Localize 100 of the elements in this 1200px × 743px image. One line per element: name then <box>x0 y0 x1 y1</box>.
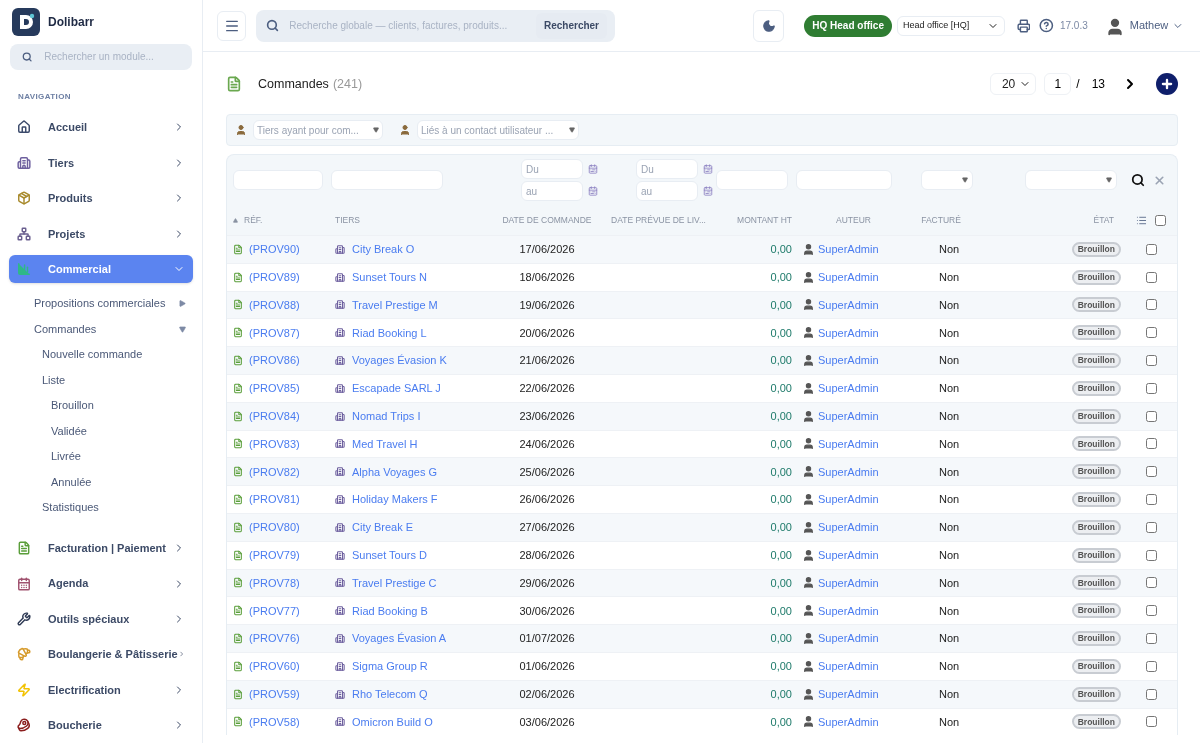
author-link[interactable]: SuperAdmin <box>818 268 879 286</box>
submenu-item[interactable]: Commandes <box>0 316 202 342</box>
author-link[interactable]: SuperAdmin <box>818 519 879 536</box>
order-ref-link[interactable]: (PROV82) <box>249 463 300 480</box>
row-checkbox[interactable] <box>1146 633 1157 645</box>
row-checkbox[interactable] <box>1146 410 1157 422</box>
row-checkbox[interactable] <box>1146 466 1157 478</box>
order-ref-link[interactable]: (PROV89) <box>249 268 300 286</box>
row-checkbox[interactable] <box>1146 549 1157 561</box>
nav-item[interactable]: Facturation | Paiement <box>9 533 193 563</box>
calendar-icon[interactable] <box>703 186 713 196</box>
thirdparty-link[interactable]: Alpha Voyages G <box>352 463 437 480</box>
order-ref-link[interactable]: (PROV83) <box>249 435 300 453</box>
module-search-input[interactable]: Rechercher un module... <box>44 49 180 65</box>
thirdparty-link[interactable]: Sunset Tours D <box>352 546 427 564</box>
submenu-item[interactable]: Statistiques <box>0 494 202 521</box>
print-icon[interactable] <box>1016 18 1031 33</box>
order-ref-link[interactable]: (PROV87) <box>249 324 300 342</box>
row-checkbox[interactable] <box>1146 382 1157 394</box>
thirdparty-link[interactable]: Rho Telecom Q <box>352 685 428 703</box>
order-ref-link[interactable]: (PROV58) <box>249 713 300 731</box>
column-header[interactable]: AUTEUR <box>836 214 871 225</box>
order-ref-link[interactable]: (PROV81) <box>249 491 300 508</box>
thirdparty-link[interactable]: Holiday Makers F <box>352 491 438 508</box>
page-input[interactable]: 1 <box>1044 73 1072 95</box>
order-ref-link[interactable]: (PROV77) <box>249 602 300 619</box>
calendar-icon[interactable] <box>588 186 598 196</box>
author-link[interactable]: SuperAdmin <box>818 658 879 675</box>
author-link[interactable]: SuperAdmin <box>818 407 879 425</box>
author-link[interactable]: SuperAdmin <box>818 296 879 314</box>
row-checkbox[interactable] <box>1146 660 1157 672</box>
column-header[interactable]: MONTANT HT <box>737 214 792 225</box>
date-field[interactable]: Du <box>521 159 583 179</box>
nav-item[interactable]: Boulangerie & Pâtisserie <box>9 640 193 669</box>
row-checkbox[interactable] <box>1146 494 1157 506</box>
author-link[interactable]: SuperAdmin <box>818 435 879 453</box>
thirdparty-link[interactable]: Sunset Tours N <box>352 268 427 286</box>
column-header[interactable]: TIERS <box>335 214 361 225</box>
column-header[interactable]: FACTURÉ <box>921 214 961 225</box>
select-all-checkbox[interactable] <box>1155 214 1166 226</box>
author-link[interactable]: SuperAdmin <box>818 491 879 508</box>
column-header[interactable]: DATE PRÉVUE DE LIV... <box>611 214 706 225</box>
nav-item[interactable]: Agenda <box>9 569 193 598</box>
nav-item[interactable]: Projets <box>9 219 193 248</box>
thirdparty-link[interactable]: Travel Prestige C <box>352 574 437 592</box>
column-header[interactable]: RÉF. <box>244 213 263 227</box>
author-link[interactable]: SuperAdmin <box>818 463 879 480</box>
order-ref-link[interactable]: (PROV59) <box>249 685 300 703</box>
date-field[interactable]: au <box>636 181 698 201</box>
thirdparty-link[interactable]: Escapade SARL J <box>352 380 441 397</box>
order-ref-link[interactable]: (PROV86) <box>249 352 300 369</box>
author-link[interactable]: SuperAdmin <box>818 630 879 647</box>
author-link[interactable]: SuperAdmin <box>818 352 879 369</box>
entity-select[interactable]: Head office [HQ] <box>896 15 1005 36</box>
user-name[interactable]: Mathew <box>1129 17 1169 34</box>
submenu-item[interactable]: Nouvelle commande <box>0 341 202 368</box>
thirdparty-link[interactable]: Sigma Group R <box>352 658 428 675</box>
thirdparty-link[interactable]: Riad Booking L <box>352 324 427 342</box>
author-link[interactable]: SuperAdmin <box>818 546 879 564</box>
author-link[interactable]: SuperAdmin <box>818 685 879 703</box>
row-checkbox[interactable] <box>1146 299 1157 311</box>
nav-item[interactable]: Boucherie <box>9 711 193 740</box>
thirdparty-link[interactable]: Med Travel H <box>352 435 418 453</box>
submenu-item[interactable]: Validée <box>0 418 202 444</box>
submenu-item[interactable]: Brouillon <box>0 392 202 419</box>
add-button[interactable] <box>1156 73 1178 95</box>
row-checkbox[interactable] <box>1146 521 1157 533</box>
submenu-item[interactable]: Propositions commerciales <box>0 290 202 317</box>
order-ref-link[interactable]: (PROV78) <box>249 574 300 592</box>
thirdparty-link[interactable]: Omicron Build O <box>352 713 433 731</box>
menu-button[interactable] <box>217 10 247 41</box>
date-field[interactable]: au <box>521 181 583 201</box>
nav-item[interactable]: Commercial <box>9 254 193 284</box>
sort-icon[interactable] <box>233 217 238 223</box>
thirdparty-link[interactable]: Riad Booking B <box>352 602 428 619</box>
help-icon[interactable] <box>1039 18 1054 33</box>
global-search-bar[interactable]: Recherche globale — clients, factures, produits... Rechercher <box>256 9 615 42</box>
author-link[interactable]: SuperAdmin <box>818 602 879 619</box>
author-link[interactable]: SuperAdmin <box>818 574 879 592</box>
search-icon[interactable] <box>1131 173 1145 187</box>
order-ref-link[interactable]: (PROV76) <box>249 630 300 647</box>
calendar-icon[interactable] <box>703 164 713 174</box>
page-size-select[interactable]: 20 <box>990 73 1037 95</box>
order-ref-link[interactable]: (PROV60) <box>249 658 300 675</box>
author-link[interactable]: SuperAdmin <box>818 380 879 397</box>
date-field[interactable]: Du <box>636 159 698 179</box>
dark-mode-button[interactable] <box>753 9 785 42</box>
order-ref-link[interactable]: (PROV85) <box>249 380 300 397</box>
row-checkbox[interactable] <box>1146 355 1157 367</box>
thirdparty-link[interactable]: Nomad Trips I <box>352 407 421 425</box>
nav-item[interactable]: Produits <box>9 184 193 213</box>
row-checkbox[interactable] <box>1146 327 1157 339</box>
row-checkbox[interactable] <box>1146 688 1157 700</box>
nav-item[interactable]: Tiers <box>9 148 193 178</box>
submenu-item[interactable]: Livrée <box>0 443 202 470</box>
calendar-icon[interactable] <box>588 164 598 174</box>
row-checkbox[interactable] <box>1146 577 1157 589</box>
submenu-item[interactable]: Liste <box>0 367 202 393</box>
order-ref-link[interactable]: (PROV79) <box>249 546 300 564</box>
column-list-icon[interactable] <box>1136 214 1147 226</box>
